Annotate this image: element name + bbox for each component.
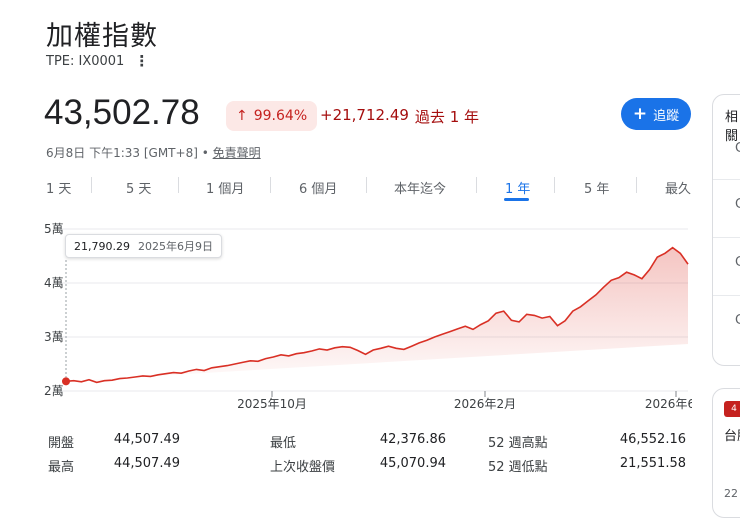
y-tick-label: 4萬 <box>44 276 64 290</box>
plus-icon: + <box>632 103 648 124</box>
stat-value: 44,507.49 <box>113 456 180 471</box>
tooltip-date: 2025年6月9日 <box>137 240 213 253</box>
arrow-up-icon: ↑ <box>236 108 248 124</box>
tab-separator <box>476 177 477 193</box>
stat-label: 上次收盤價 <box>270 460 336 475</box>
y-tick-label: 5萬 <box>44 222 64 236</box>
related-divider <box>713 295 740 296</box>
tab-1d[interactable]: 1 天 <box>46 178 71 197</box>
stats-row: 最高 44,507.49 上次收盤價 45,070.94 52 週低點 21,5… <box>46 456 686 476</box>
tab-separator <box>178 177 179 193</box>
stats-row: 開盤 44,507.49 最低 42,376.86 52 週高點 46,552.… <box>46 432 686 452</box>
tab-separator <box>554 177 555 193</box>
tab-1y[interactable]: 1 年 <box>505 178 530 197</box>
change-absolute: +21,712.49 <box>320 106 409 124</box>
chevron-icon[interactable]: C <box>735 197 740 212</box>
tab-5d[interactable]: 5 天 <box>126 178 151 197</box>
x-tick-label: 2025年10月 <box>237 397 307 411</box>
meta-separator: • <box>201 146 209 160</box>
y-axis-labels: 2萬 3萬 4萬 5萬 <box>44 222 64 398</box>
hover-point <box>62 377 70 386</box>
change-summary: +21,712.49 過去 1 年 <box>320 106 479 127</box>
news-time: 22 <box>724 487 738 500</box>
stat-value: 46,552.16 <box>619 432 686 447</box>
tab-separator <box>636 177 637 193</box>
stat-value: 44,507.49 <box>113 432 180 447</box>
tab-separator <box>91 177 92 193</box>
related-divider <box>713 179 740 180</box>
tab-separator <box>366 177 367 193</box>
y-tick-label: 2萬 <box>44 384 64 398</box>
kebab-menu-icon[interactable]: ⋮ <box>134 54 149 69</box>
active-tab-indicator <box>504 198 529 201</box>
current-price: 43,502.78 <box>44 93 200 132</box>
follow-button-label: 追蹤 <box>653 108 680 124</box>
stat-label: 開盤 <box>48 436 75 451</box>
change-period: 過去 1 年 <box>414 108 480 126</box>
tab-separator <box>270 177 271 193</box>
stat-value: 42,376.86 <box>379 432 446 447</box>
news-headline[interactable]: 台股 戰 <box>724 428 740 446</box>
stat-label: 52 週低點 <box>488 460 548 475</box>
chevron-icon[interactable]: C <box>735 313 740 328</box>
disclaimer-link[interactable]: 免責聲明 <box>213 146 261 160</box>
stat-label: 最高 <box>48 460 75 475</box>
tab-1m[interactable]: 1 個月 <box>206 178 244 197</box>
chart-tooltip: 21,790.29 2025年6月9日 <box>65 234 222 258</box>
follow-button[interactable]: + 追蹤 <box>621 98 691 130</box>
ticker-row: TPE: IX0001 ⋮ <box>46 54 149 70</box>
related-divider <box>713 237 740 238</box>
stat-label: 52 週高點 <box>488 436 548 451</box>
tab-max[interactable]: 最久 <box>665 178 691 197</box>
stat-label: 最低 <box>270 436 297 451</box>
x-axis-labels: 2025年10月 2026年2月 2026年6月 <box>237 397 692 411</box>
page-title: 加權指數 <box>46 21 158 52</box>
timestamp: 6月8日 下午1:33 [GMT+8] <box>46 146 198 160</box>
range-tabs: 1 天 5 天 1 個月 6 個月 本年迄今 1 年 5 年 最久 <box>46 174 692 204</box>
ticker-symbol: TPE: IX0001 <box>46 54 125 69</box>
change-percent: 99.64% <box>253 108 308 124</box>
quote-meta: 6月8日 下午1:33 [GMT+8] • 免責聲明 <box>46 144 261 161</box>
tooltip-value: 21,790.29 <box>74 239 130 253</box>
price-area <box>66 247 688 383</box>
x-tick-label: 2026年2月 <box>454 397 516 411</box>
tab-6m[interactable]: 6 個月 <box>299 178 337 197</box>
stat-value: 45,070.94 <box>379 456 446 471</box>
tab-ytd[interactable]: 本年迄今 <box>394 178 446 197</box>
related-title: 相關 <box>725 110 739 144</box>
chevron-icon[interactable]: C <box>735 255 740 270</box>
tab-5y[interactable]: 5 年 <box>584 178 609 197</box>
y-tick-label: 3萬 <box>44 330 64 344</box>
stat-value: 21,551.58 <box>619 456 686 471</box>
change-percent-badge: ↑ 99.64% <box>226 101 318 131</box>
news-source-logo-icon: 4 <box>724 401 740 417</box>
x-tick-label: 2026年6月 <box>645 397 692 411</box>
